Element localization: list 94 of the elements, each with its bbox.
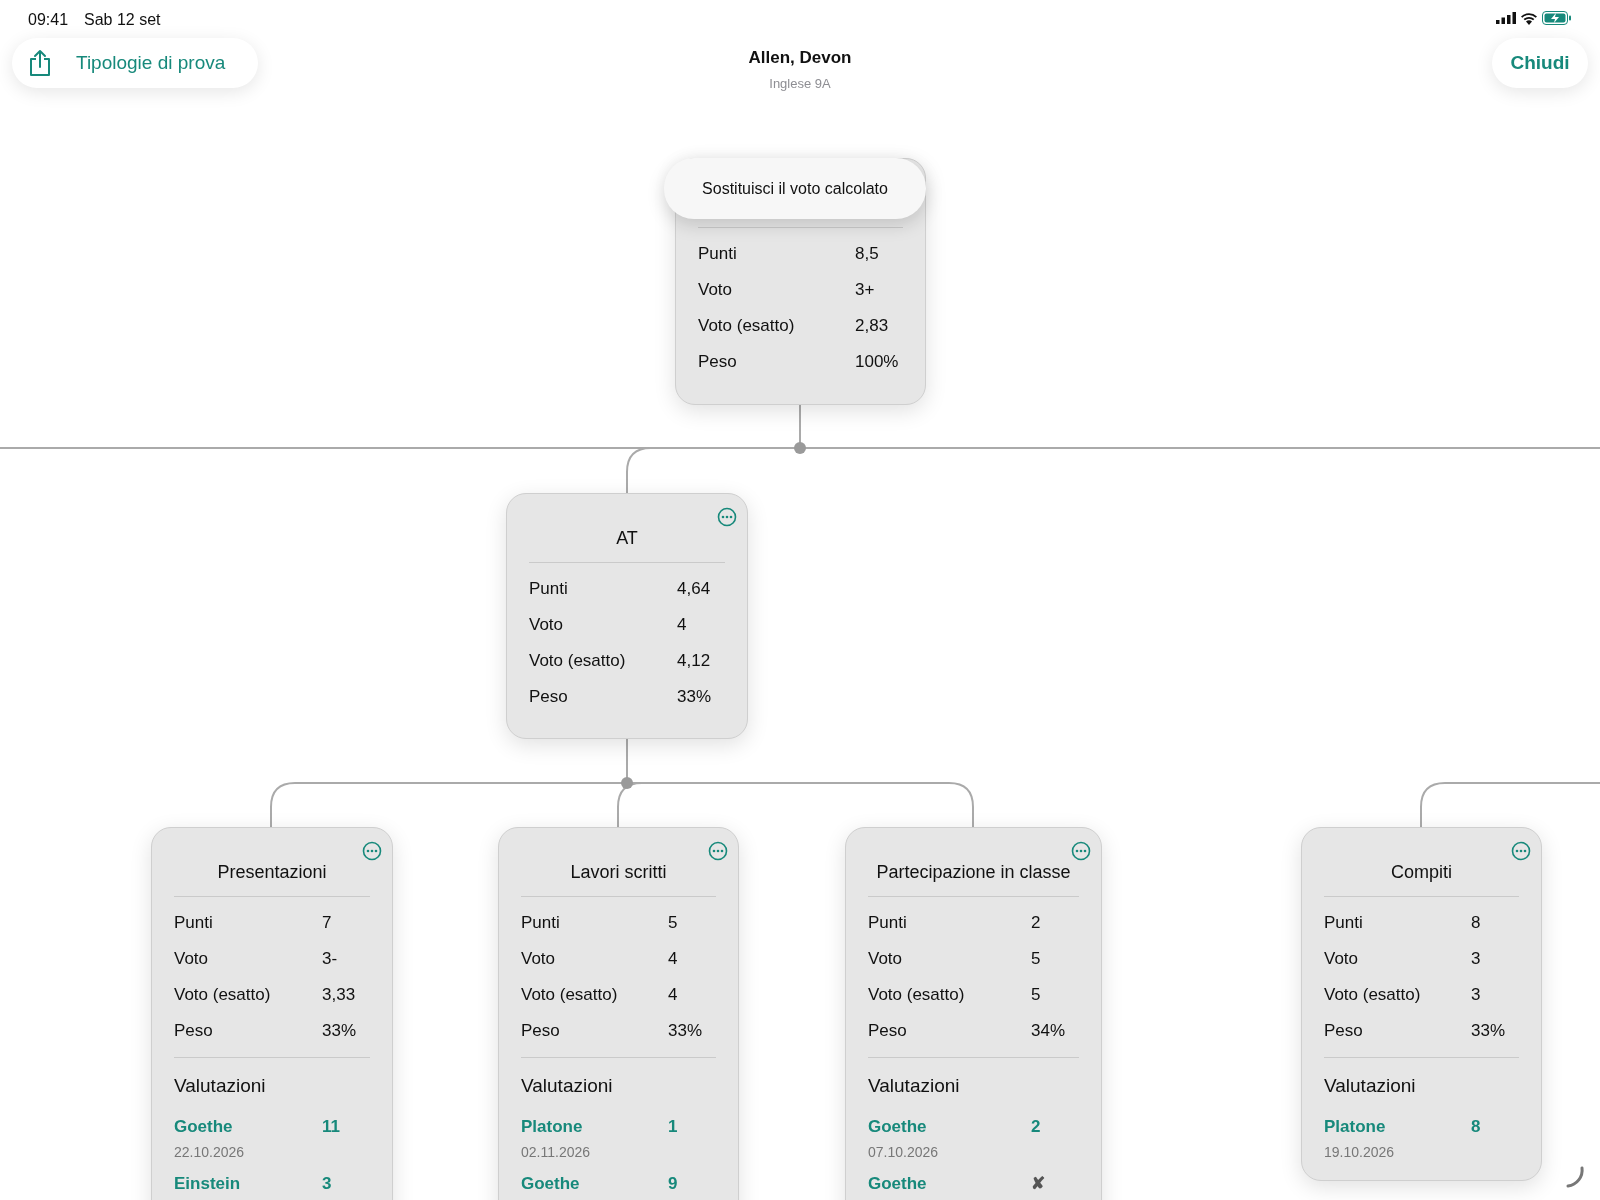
- stat-value: 33%: [322, 1020, 358, 1043]
- section-heading: Valutazioni: [1324, 1075, 1416, 1096]
- stat-label: Voto: [529, 614, 565, 637]
- node-title: AT: [616, 528, 638, 548]
- rating-score: 8: [1471, 1116, 1482, 1138]
- stat-value: 33%: [668, 1020, 704, 1043]
- stat-value: 3,33: [322, 984, 357, 1007]
- more-icon[interactable]: [717, 506, 737, 527]
- stat-value: 2,83: [855, 315, 890, 338]
- status-time: 09:41: [28, 10, 69, 30]
- stat-label: Punti: [529, 578, 569, 601]
- stat-value: 3-: [322, 948, 339, 971]
- stat-value: 4: [668, 984, 679, 1007]
- rating-name[interactable]: Goethe: [521, 1170, 668, 1196]
- stat-label: Peso: [174, 1020, 214, 1043]
- stat-value: 33%: [677, 686, 713, 709]
- node-title: Partecipazione in classe: [876, 862, 1071, 882]
- stat-value: 100%: [855, 351, 900, 374]
- wifi-icon: [1520, 11, 1538, 25]
- stat-value: 5: [668, 912, 679, 935]
- status-date: Sab 12 set: [84, 10, 161, 30]
- rating-name[interactable]: Einstein: [174, 1170, 322, 1196]
- stat-value: 8,5: [855, 243, 880, 266]
- stat-value: 7: [322, 912, 333, 935]
- stat-label: Peso: [698, 351, 738, 374]
- rating-date: 07.10.2026: [868, 1143, 939, 1160]
- signal-icon: [1496, 12, 1516, 24]
- more-icon[interactable]: [1511, 840, 1531, 861]
- stat-value: 34%: [1031, 1020, 1067, 1043]
- rating-name[interactable]: Platone: [1324, 1114, 1471, 1140]
- stat-label: Peso: [521, 1020, 561, 1043]
- rating-date: 19.10.2026: [1324, 1143, 1395, 1160]
- stat-value: 4,12: [677, 650, 712, 673]
- stat-label: Peso: [529, 686, 569, 709]
- more-icon[interactable]: [708, 840, 728, 861]
- stat-label: Peso: [868, 1020, 908, 1043]
- close-button[interactable]: Chiudi: [1492, 38, 1588, 88]
- rating-name[interactable]: Goethe: [868, 1170, 1031, 1196]
- stat-value: 3: [1471, 984, 1482, 1007]
- stat-label: Punti: [868, 912, 908, 935]
- stat-label: Voto: [521, 948, 557, 971]
- stat-label: Voto (esatto): [698, 315, 796, 338]
- rating-score: 9: [668, 1172, 679, 1195]
- junction-dot: [621, 777, 633, 789]
- rating-score: 2: [1031, 1116, 1042, 1138]
- rating-score: ✘: [1031, 1172, 1046, 1195]
- section-heading: Valutazioni: [174, 1075, 266, 1096]
- rating-name[interactable]: Platone: [521, 1114, 668, 1140]
- types-button[interactable]: Tipologie di prova: [12, 38, 258, 88]
- stat-value: 8: [1471, 912, 1482, 935]
- stat-label: Punti: [1324, 912, 1364, 935]
- rating-score: 1: [668, 1116, 679, 1138]
- stat-label: Punti: [174, 912, 214, 935]
- rating-date: 02.11.2026: [521, 1143, 591, 1160]
- tooltip: Sostituisci il voto calcolato: [664, 158, 926, 219]
- stat-label: Voto (esatto): [174, 984, 272, 1007]
- node-title: Presentazioni: [217, 862, 327, 882]
- rating-score: 11: [322, 1116, 341, 1138]
- stat-label: Voto: [1324, 948, 1360, 971]
- spinner-icon: [1565, 1166, 1585, 1188]
- stat-value: 33%: [1471, 1020, 1507, 1043]
- student-name: Allen, Devon: [748, 47, 852, 69]
- junction-dot: [794, 442, 806, 454]
- battery-charging-icon: [1542, 11, 1572, 25]
- rating-score: 3: [322, 1172, 333, 1195]
- stat-value: 4: [677, 614, 688, 637]
- stat-value: 4,64: [677, 578, 712, 601]
- rating-date: 22.10.2026: [174, 1143, 245, 1160]
- rating-name[interactable]: Goethe: [868, 1114, 1031, 1140]
- stat-label: Voto (esatto): [521, 984, 619, 1007]
- stat-label: Voto: [868, 948, 904, 971]
- node-title: Lavori scritti: [570, 862, 667, 882]
- stat-label: Voto (esatto): [529, 650, 627, 673]
- stat-label: Peso: [1324, 1020, 1364, 1043]
- node-title: Compiti: [1391, 862, 1452, 882]
- section-heading: Valutazioni: [521, 1075, 613, 1096]
- rating-name[interactable]: Goethe: [174, 1114, 322, 1140]
- stat-value: 4: [668, 948, 679, 971]
- stat-label: Voto (esatto): [868, 984, 966, 1007]
- stat-value: 3+: [855, 279, 876, 302]
- stat-value: 3: [1471, 948, 1482, 971]
- more-icon[interactable]: [362, 840, 382, 861]
- stat-label: Punti: [521, 912, 561, 935]
- stat-label: Voto: [698, 279, 734, 302]
- stat-label: Voto: [174, 948, 210, 971]
- stat-label: Voto (esatto): [1324, 984, 1422, 1007]
- stat-value: 5: [1031, 984, 1042, 1007]
- share-icon: [28, 49, 52, 77]
- stat-value: 2: [1031, 912, 1042, 935]
- more-icon[interactable]: [1071, 840, 1091, 861]
- stat-value: 5: [1031, 948, 1042, 971]
- stat-label: Punti: [698, 243, 738, 266]
- section-heading: Valutazioni: [868, 1075, 960, 1096]
- class-subtitle: Inglese 9A: [769, 74, 831, 93]
